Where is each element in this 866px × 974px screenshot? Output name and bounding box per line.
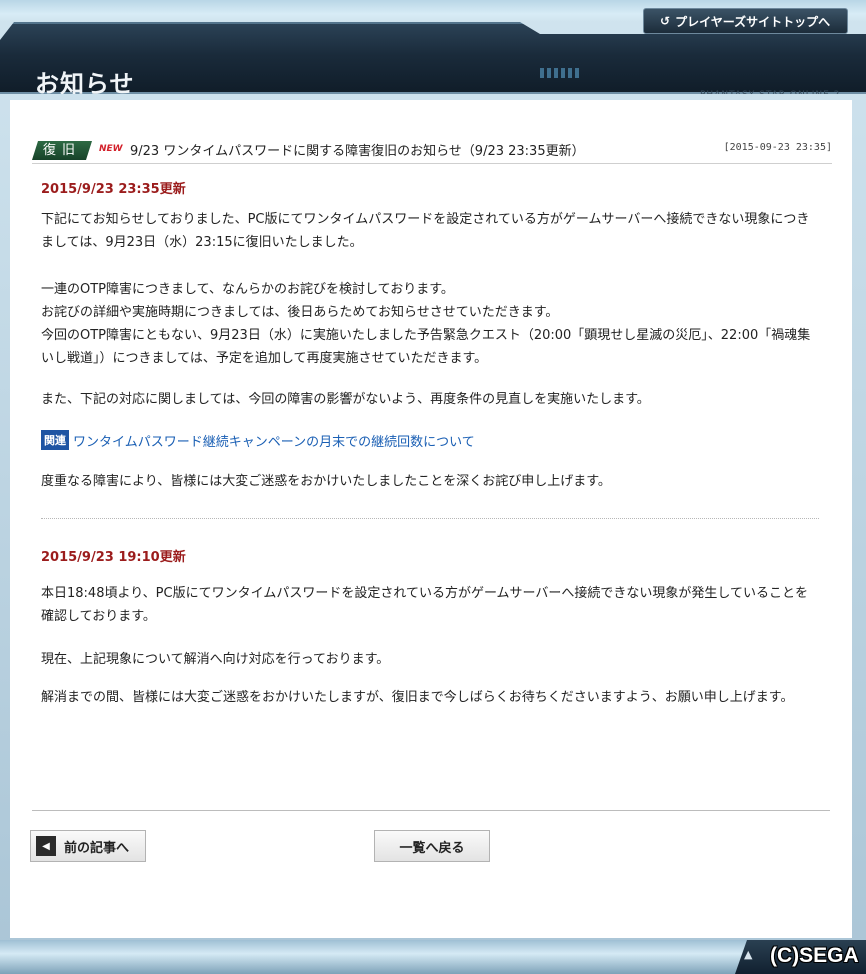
article-header: 復旧 NEW 9/23 ワンタイムパスワードに関する障害復旧のお知らせ（9/23… (32, 138, 832, 164)
update1-paragraph-2-line-1: 一連のOTP障害につきまして、なんらかのお詫びを検討しております。 (41, 282, 454, 297)
update1-paragraph-2: 一連のOTP障害につきまして、なんらかのお詫びを検討しております。 お詫びの詳細… (41, 278, 821, 370)
update2-paragraph-1: 本日18:48頃より、PC版にてワンタイムパスワードを設定されている方がゲームサ… (41, 586, 809, 624)
update1-paragraph-2-line-3: 今回のOTP障害にともない、9月23日（水）に実施いたしました予告緊急クエスト（… (41, 328, 811, 366)
content-panel: 復旧 NEW 9/23 ワンタイムパスワードに関する障害復旧のお知らせ（9/23… (10, 100, 852, 938)
arrow-left-icon: ◀ (36, 836, 56, 856)
section-divider (41, 518, 819, 519)
copyright-text: (C)SEGA (770, 944, 859, 967)
footer-bar (0, 940, 866, 974)
players-site-top-link[interactable]: ↺ プレイヤーズサイトトップへ (643, 8, 848, 34)
status-badge: 復旧 (32, 141, 92, 160)
update2-paragraph-2: 現在、上記現象について解消へ向け対応を行っております。 (41, 652, 390, 667)
new-tag: NEW (99, 144, 123, 154)
update2-paragraph-3: 解消までの間、皆様には大変ご迷惑をおかけいたしますが、復旧まで今しばらくお待ちく… (41, 690, 794, 705)
scroll-top-icon[interactable]: ▲ (744, 948, 752, 961)
page-frame: お知らせ PHANTASY STAR ONLINE 2 ↺ プレイヤーズサイトト… (0, 0, 866, 974)
page-title: お知らせ (35, 70, 135, 98)
prev-article-label: 前の記事へ (64, 840, 130, 856)
players-site-top-label: プレイヤーズサイトトップへ (675, 14, 831, 29)
footer-divider (32, 810, 830, 811)
update1-paragraph-3: また、下記の対応に関しましては、今回の障害の影響がないよう、再度条件の見直しを実… (41, 392, 650, 407)
related-article-link[interactable]: ワンタイムパスワード継続キャンペーンの月末での継続回数について (73, 431, 475, 450)
prev-article-button[interactable]: ◀ 前の記事へ (30, 830, 146, 862)
related-link-row: 関連 ワンタイムパスワード継続キャンペーンの月末での継続回数について (41, 430, 475, 450)
header-decoration (540, 68, 580, 78)
article-date: [2015-09-23 23:35] (723, 142, 832, 153)
related-badge: 関連 (41, 430, 69, 450)
update1-paragraph-4: 度重なる障害により、皆様には大変ご迷惑をおかけいたしましたことを深くお詫び申し上… (41, 474, 611, 489)
back-to-list-label: 一覧へ戻る (399, 840, 465, 856)
header-watermark: PHANTASY STAR ONLINE 2 (700, 90, 841, 100)
update1-paragraph-2-line-2: お詫びの詳細や実施時期につきましては、後日あらためてお知らせさせていただきます。 (41, 305, 559, 320)
back-to-list-button[interactable]: 一覧へ戻る (374, 830, 490, 862)
article-title: 9/23 ワンタイムパスワードに関する障害復旧のお知らせ（9/23 23:35更… (130, 144, 585, 159)
update-heading-1: 2015/9/23 23:35更新 (41, 182, 186, 197)
update1-paragraph-1: 下記にてお知らせしておりました、PC版にてワンタイムパスワードを設定されている方… (41, 212, 810, 250)
return-arrow-icon: ↺ (660, 14, 671, 28)
update-heading-2: 2015/9/23 19:10更新 (41, 550, 186, 565)
